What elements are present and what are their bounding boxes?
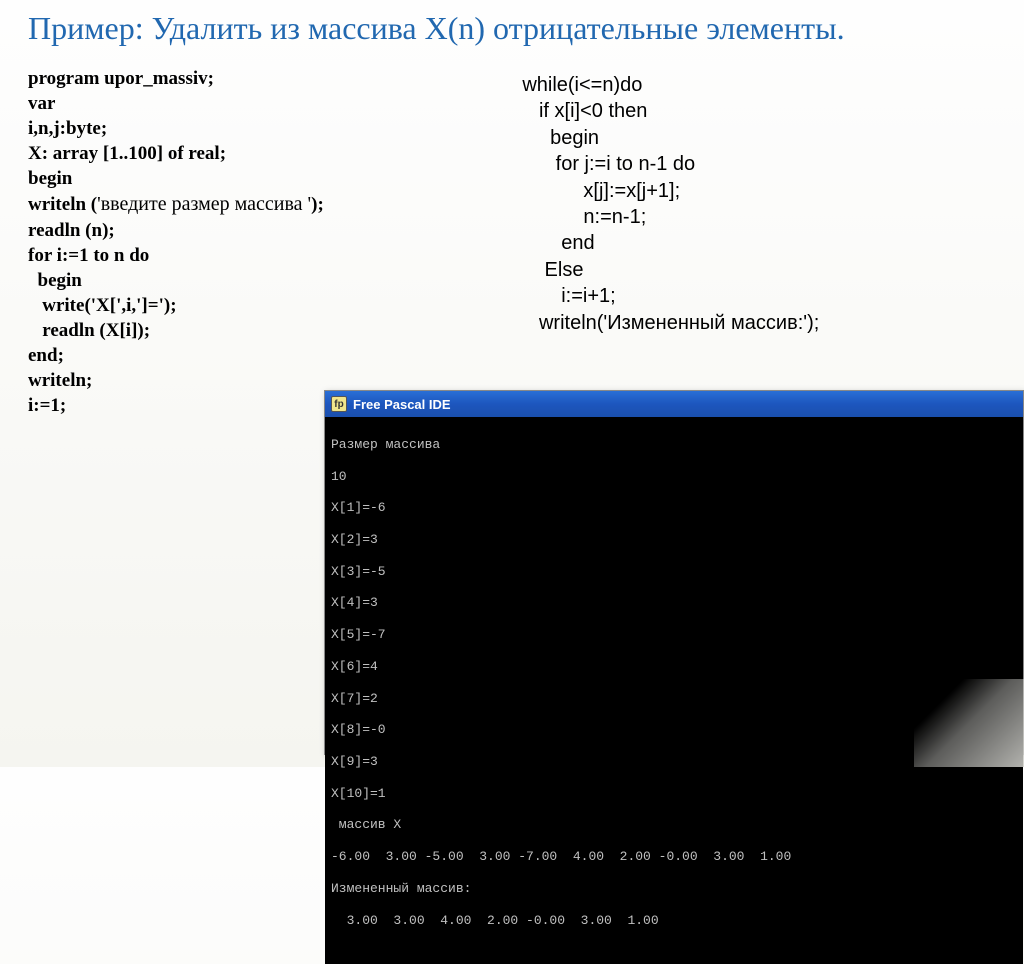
output-line: X[1]=-6 xyxy=(331,500,1017,516)
code-line: readln (n); xyxy=(28,218,502,243)
code-right-column: while(i<=n)do if x[i]<0 then begin for j… xyxy=(522,66,996,418)
code-line: var xyxy=(28,91,502,116)
code-line: if x[i]<0 then xyxy=(522,98,996,124)
ide-output: Размер массива 10 X[1]=-6 X[2]=3 X[3]=-5… xyxy=(325,417,1023,964)
output-line: Измененный массив: xyxy=(331,881,1017,897)
code-line: i,n,j:byte; xyxy=(28,116,502,141)
output-line: 10 xyxy=(331,469,1017,485)
code-line: Else xyxy=(522,257,996,283)
output-line: Размер массива xyxy=(331,437,1017,453)
output-line: X[6]=4 xyxy=(331,659,1017,675)
content-area: program upor_massiv; var i,n,j:byte; X: … xyxy=(28,66,996,418)
code-line: writeln ('введите размер массива '); xyxy=(28,191,502,217)
code-left-column: program upor_massiv; var i,n,j:byte; X: … xyxy=(28,66,502,418)
code-line: end xyxy=(522,230,996,256)
output-line: X[9]=3 xyxy=(331,754,1017,770)
ide-app-icon: fp xyxy=(331,396,347,412)
code-line: writeln('Измененный массив:'); xyxy=(522,310,996,336)
output-line: 3.00 3.00 4.00 2.00 -0.00 3.00 1.00 xyxy=(331,913,1017,929)
code-line: begin xyxy=(28,268,502,293)
code-line: X: array [1..100] of real; xyxy=(28,141,502,166)
code-line: begin xyxy=(28,166,502,191)
output-line: X[10]=1 xyxy=(331,786,1017,802)
code-line: x[j]:=x[j+1]; xyxy=(522,178,996,204)
code-line: for j:=i to n-1 do xyxy=(522,151,996,177)
output-line: X[4]=3 xyxy=(331,595,1017,611)
code-line: end; xyxy=(28,343,502,368)
code-line: program upor_massiv; xyxy=(28,66,502,91)
output-line: X[2]=3 xyxy=(331,532,1017,548)
ide-titlebar: fp Free Pascal IDE xyxy=(325,391,1023,417)
slide: Пример: Удалить из массива X(n) отрицате… xyxy=(0,0,1024,767)
slide-title: Пример: Удалить из массива X(n) отрицате… xyxy=(28,8,996,48)
code-line: i:=i+1; xyxy=(522,283,996,309)
code-line: while(i<=n)do xyxy=(522,72,996,98)
output-line: -6.00 3.00 -5.00 3.00 -7.00 4.00 2.00 -0… xyxy=(331,849,1017,865)
output-line: X[7]=2 xyxy=(331,691,1017,707)
code-line: n:=n-1; xyxy=(522,204,996,230)
ide-window: fp Free Pascal IDE Размер массива 10 X[1… xyxy=(324,390,1024,755)
output-line: X[3]=-5 xyxy=(331,564,1017,580)
ide-title-text: Free Pascal IDE xyxy=(353,397,451,412)
code-line: begin xyxy=(522,125,996,151)
code-line: write('X[',i,']='); xyxy=(28,293,502,318)
output-line: X[5]=-7 xyxy=(331,627,1017,643)
code-line: for i:=1 to n do xyxy=(28,243,502,268)
output-line: массив X xyxy=(331,817,1017,833)
output-line: X[8]=-0 xyxy=(331,722,1017,738)
code-line: readln (X[i]); xyxy=(28,318,502,343)
